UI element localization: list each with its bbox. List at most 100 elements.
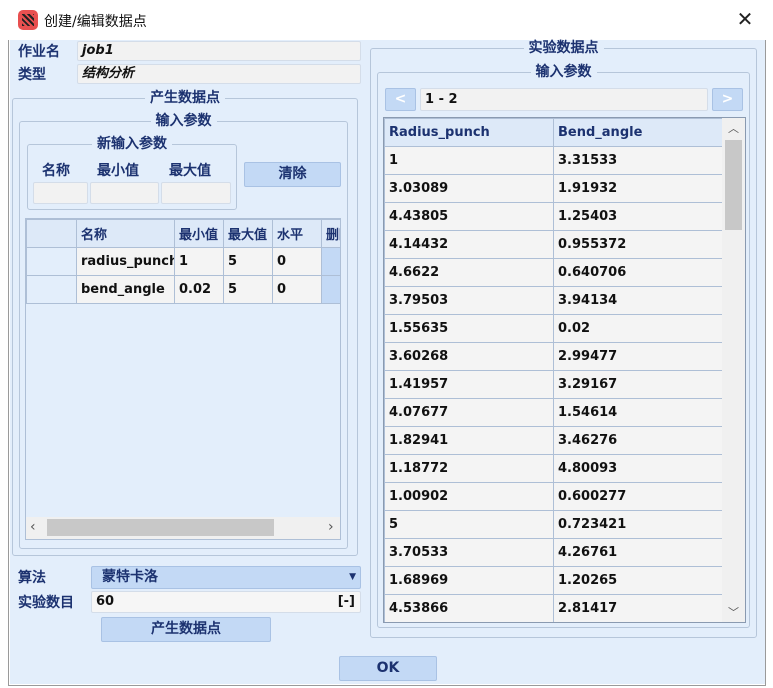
- table-row[interactable]: 4.07677 1.54614: [384, 398, 723, 427]
- next-page-button[interactable]: >: [712, 88, 743, 111]
- new-name-input[interactable]: [33, 182, 88, 204]
- radius-punch-cell[interactable]: 4.43805: [384, 202, 554, 231]
- col-header-min[interactable]: 最小值: [174, 219, 224, 248]
- bend-angle-cell[interactable]: 1.91932: [553, 174, 723, 203]
- col-header-max[interactable]: 最大值: [223, 219, 273, 248]
- radius-punch-cell[interactable]: 4.6622: [384, 258, 554, 287]
- algorithm-value: 蒙特卡洛: [102, 569, 158, 585]
- scroll-right-icon[interactable]: ›: [328, 519, 334, 535]
- new-min-input[interactable]: [90, 182, 159, 204]
- param-level[interactable]: 0: [272, 275, 322, 304]
- param-min[interactable]: 0.02: [174, 275, 224, 304]
- scroll-left-icon[interactable]: ‹: [30, 519, 36, 535]
- col-header-level[interactable]: 水平: [272, 219, 322, 248]
- param-name[interactable]: radius_punch: [76, 247, 175, 276]
- param-max[interactable]: 5: [223, 275, 273, 304]
- delete-row-button[interactable]: [321, 275, 340, 304]
- col-header-bend-angle[interactable]: Bend_angle: [553, 118, 723, 147]
- radius-punch-cell[interactable]: 1.18772: [384, 454, 554, 483]
- table-row[interactable]: 1 3.31533: [384, 146, 723, 175]
- radius-punch-cell[interactable]: 3.79503: [384, 286, 554, 315]
- bend-angle-cell[interactable]: 0.640706: [553, 258, 723, 287]
- count-input[interactable]: 60 [-]: [91, 591, 361, 613]
- radius-punch-cell[interactable]: 1.00902: [384, 482, 554, 511]
- scrollbar-thumb[interactable]: [725, 140, 742, 230]
- table-row[interactable]: 3.79503 3.94134: [384, 286, 723, 315]
- bend-angle-cell[interactable]: 3.31533: [553, 146, 723, 175]
- close-icon[interactable]: ✕: [734, 8, 756, 30]
- type-field: 结构分析: [77, 64, 361, 84]
- bend-angle-cell[interactable]: 3.29167: [553, 370, 723, 399]
- bend-angle-cell[interactable]: 2.81417: [553, 594, 723, 622]
- table-row[interactable]: bend_angle 0.02 5 0: [26, 275, 340, 304]
- bend-angle-cell[interactable]: 3.46276: [553, 426, 723, 455]
- table-row[interactable]: 1.41957 3.29167: [384, 370, 723, 399]
- scroll-down-icon[interactable]: ﹀: [728, 604, 739, 620]
- bend-angle-cell[interactable]: 0.723421: [553, 510, 723, 539]
- table-row[interactable]: radius_punch 1 5 0: [26, 247, 340, 276]
- param-min[interactable]: 1: [174, 247, 224, 276]
- new-max-label: 最大值: [169, 163, 211, 179]
- delete-row-button[interactable]: [321, 247, 340, 276]
- col-header-delete[interactable]: 删除: [321, 219, 340, 248]
- experiment-table: Radius_punch Bend_angle 1 3.31533 3.03089 1…: [383, 117, 746, 623]
- bend-angle-cell[interactable]: 1.54614: [553, 398, 723, 427]
- table-row[interactable]: 1.00902 0.600277: [384, 482, 723, 511]
- table-row[interactable]: 3.60268 2.99477: [384, 342, 723, 371]
- vertical-scrollbar[interactable]: ︿ ﹀: [722, 118, 745, 622]
- table-row[interactable]: 1.55635 0.02: [384, 314, 723, 343]
- radius-punch-cell[interactable]: 4.07677: [384, 398, 554, 427]
- table-row[interactable]: 4.43805 1.25403: [384, 202, 723, 231]
- radius-punch-cell[interactable]: 4.53866: [384, 594, 554, 622]
- scrollbar-thumb[interactable]: [47, 519, 274, 536]
- table-row[interactable]: 3.03089 1.91932: [384, 174, 723, 203]
- radius-punch-cell[interactable]: 1: [384, 146, 554, 175]
- generate-points-button[interactable]: 产生数据点: [101, 617, 271, 642]
- param-name[interactable]: bend_angle: [76, 275, 175, 304]
- scroll-up-icon[interactable]: ︿: [728, 120, 739, 136]
- table-row[interactable]: 1.82941 3.46276: [384, 426, 723, 455]
- col-header-radius-punch[interactable]: Radius_punch: [384, 118, 554, 147]
- radius-punch-cell[interactable]: 1.55635: [384, 314, 554, 343]
- table-row[interactable]: 3.70533 4.26761: [384, 538, 723, 567]
- radius-punch-cell[interactable]: 1.68969: [384, 566, 554, 595]
- clear-button[interactable]: 清除: [244, 162, 341, 187]
- bend-angle-cell[interactable]: 4.80093: [553, 454, 723, 483]
- ok-button[interactable]: OK: [339, 656, 437, 681]
- bend-angle-cell[interactable]: 0.600277: [553, 482, 723, 511]
- radius-punch-cell[interactable]: 4.14432: [384, 230, 554, 259]
- param-level[interactable]: 0: [272, 247, 322, 276]
- col-header-name[interactable]: 名称: [76, 219, 175, 248]
- table-row[interactable]: 4.6622 0.640706: [384, 258, 723, 287]
- table-row[interactable]: 4.53866 2.81417: [384, 594, 723, 622]
- radius-punch-cell[interactable]: 5: [384, 510, 554, 539]
- count-value: 60: [96, 594, 115, 609]
- bend-angle-cell[interactable]: 3.94134: [553, 286, 723, 315]
- row-index: [26, 275, 77, 304]
- table-row[interactable]: 1.68969 1.20265: [384, 566, 723, 595]
- radius-punch-cell[interactable]: 3.70533: [384, 538, 554, 567]
- algorithm-dropdown[interactable]: 蒙特卡洛 ▼: [91, 566, 361, 589]
- table-row[interactable]: 5 0.723421: [384, 510, 723, 539]
- param-max[interactable]: 5: [223, 247, 273, 276]
- bend-angle-cell[interactable]: 1.20265: [553, 566, 723, 595]
- bend-angle-cell[interactable]: 4.26761: [553, 538, 723, 567]
- new-max-input[interactable]: [161, 182, 231, 204]
- bend-angle-cell[interactable]: 1.25403: [553, 202, 723, 231]
- radius-punch-cell[interactable]: 3.60268: [384, 342, 554, 371]
- page-range-field: 1 - 2: [420, 88, 708, 111]
- prev-page-button[interactable]: <: [385, 88, 416, 111]
- bend-angle-cell[interactable]: 0.955372: [553, 230, 723, 259]
- new-name-label: 名称: [42, 163, 70, 179]
- radius-punch-cell[interactable]: 1.41957: [384, 370, 554, 399]
- job-label: 作业名: [18, 44, 60, 60]
- table-row[interactable]: 4.14432 0.955372: [384, 230, 723, 259]
- horizontal-scrollbar[interactable]: ‹ ›: [26, 517, 340, 539]
- bend-angle-cell[interactable]: 2.99477: [553, 342, 723, 371]
- radius-punch-cell[interactable]: 3.03089: [384, 174, 554, 203]
- algorithm-label: 算法: [18, 570, 46, 586]
- radius-punch-cell[interactable]: 1.82941: [384, 426, 554, 455]
- table-row[interactable]: 1.18772 4.80093: [384, 454, 723, 483]
- bend-angle-cell[interactable]: 0.02: [553, 314, 723, 343]
- experiment-input-title: 输入参数: [530, 64, 597, 80]
